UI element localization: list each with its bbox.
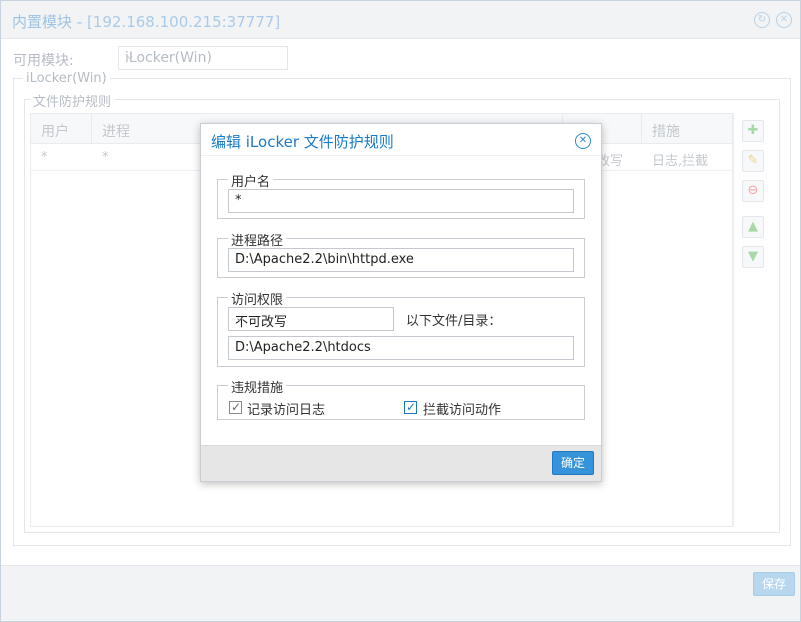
block-access-label: 拦截访问动作 — [423, 403, 502, 418]
cell-user: * — [41, 150, 48, 165]
edit-rule-dialog: 编辑 iLocker 文件防护规则 ✕ 用户名 * 进程路径 D:\Apache… — [200, 123, 602, 482]
access-legend: 访问权限 — [228, 289, 287, 308]
window-footer — [1, 565, 800, 621]
process-path-legend: 进程路径 — [228, 230, 287, 249]
move-up-icon[interactable]: ▲ — [742, 216, 764, 238]
checkmark-icon: ✓ — [406, 400, 417, 414]
username-field[interactable]: * — [228, 189, 574, 213]
close-icon[interactable]: ✕ — [575, 133, 591, 149]
target-label: 以下文件/目录： — [406, 314, 502, 329]
rules-fieldset-legend: 文件防护规则 — [30, 91, 115, 110]
process-path-field[interactable]: D:\Apache2.2\bin\httpd.exe — [228, 248, 574, 272]
module-select[interactable]: iLocker(Win) ⌄ — [118, 46, 288, 70]
chevron-down-icon: ⌄ — [125, 48, 136, 62]
dialog-footer — [201, 445, 601, 481]
log-access-checkbox[interactable]: ✓ — [229, 400, 242, 414]
save-button[interactable]: 保存 — [753, 572, 795, 596]
cell-action: 日志,拦截 — [652, 154, 709, 169]
window-title-bar: 内置模块 - [192.168.100.215:37777] ↻ ✕ — [1, 1, 800, 39]
cell-process: * — [102, 150, 109, 165]
module-fieldset-legend: iLocker(Win) — [23, 71, 110, 86]
delete-icon[interactable]: ⊖ — [742, 180, 764, 202]
module-label: 可用模块: — [13, 53, 74, 69]
violation-legend: 违规措施 — [228, 377, 287, 396]
close-icon[interactable]: ✕ — [776, 12, 792, 28]
column-header-user[interactable]: 用户 — [41, 121, 69, 141]
dialog-title: 编辑 iLocker 文件防护规则 — [211, 133, 394, 151]
dialog-title-bar: 编辑 iLocker 文件防护规则 ✕ — [201, 124, 601, 156]
add-icon[interactable]: ✚ — [742, 120, 764, 142]
column-header-process[interactable]: 进程 — [102, 121, 130, 141]
log-access-label: 记录访问日志 — [247, 403, 326, 418]
permission-select[interactable]: 不可改写 ⌄ — [228, 307, 394, 331]
move-down-icon[interactable]: ▼ — [742, 246, 764, 268]
target-path-field[interactable]: D:\Apache2.2\htdocs — [228, 336, 574, 360]
chevron-down-icon: ⌄ — [235, 311, 245, 324]
column-header-action[interactable]: 措施 — [652, 121, 680, 141]
edit-icon[interactable]: ✎ — [742, 150, 764, 172]
block-access-checkbox[interactable]: ✓ — [404, 400, 417, 414]
ok-button[interactable]: 确定 — [552, 451, 594, 475]
window-title: 内置模块 - [192.168.100.215:37777] — [12, 13, 281, 31]
checkmark-icon: ✓ — [231, 400, 242, 414]
refresh-icon[interactable]: ↻ — [754, 12, 770, 28]
username-legend: 用户名 — [228, 171, 274, 190]
side-toolbar: ✚ ✎ ⊖ ▲ ▼ — [733, 113, 773, 527]
